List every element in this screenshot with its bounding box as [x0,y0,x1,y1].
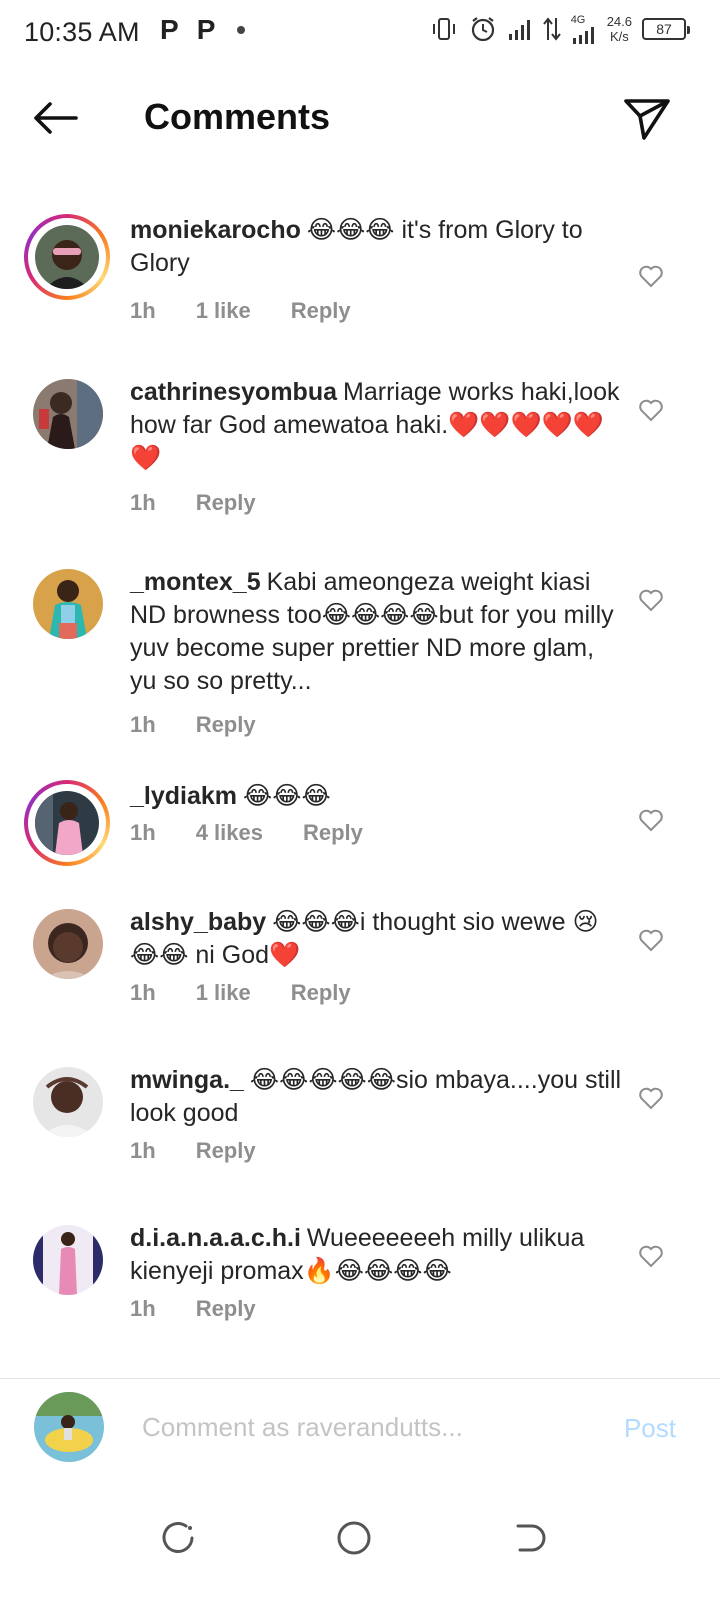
heart-icon[interactable] [638,928,664,952]
system-nav-bar [0,1490,720,1600]
back-nav-icon [516,1524,546,1552]
comment-meta: 1h Reply [130,1296,256,1322]
speed-value: 24.6 [606,14,632,29]
comment-likes[interactable]: 4 likes [196,820,263,846]
comment-time: 1h [130,1138,156,1163]
comment-text: alshy_baby 😂😂😂i thought sio wewe 😢😂😂 ni G… [130,906,624,972]
app-notification-icon: P [196,14,216,45]
username[interactable]: alshy_baby [130,908,266,936]
profile-photo-icon [33,1067,103,1137]
network-type: 4G [570,13,586,26]
page-title: Comments [144,96,331,137]
avatar[interactable] [24,214,110,300]
share-button[interactable] [622,96,672,142]
comment-likes[interactable]: 1 like [196,298,251,324]
username[interactable]: d.i.a.n.a.a.c.h.i [130,1224,301,1252]
comment-compose-bar: Post [0,1378,720,1478]
post-button[interactable]: Post [624,1413,676,1444]
username[interactable]: moniekarocho [130,216,301,244]
profile-photo-icon [33,909,103,979]
comment-meta: 1h Reply [130,1138,256,1164]
avatar[interactable] [30,1064,106,1140]
username[interactable]: cathrinesyombua [130,378,337,406]
recent-apps-button[interactable] [158,1518,198,1558]
profile-photo-icon [33,379,103,449]
comment-text: _montex_5 Kabi ameongeza weight kiasi ND … [130,566,624,698]
status-time: 10:35 AM [24,17,140,47]
heart-icon[interactable] [638,1086,664,1110]
header: Comments [0,76,720,160]
username[interactable]: _montex_5 [130,568,261,596]
comment-time: 1h [130,712,156,737]
avatar[interactable] [30,376,106,452]
reply-button[interactable]: Reply [291,980,351,1006]
comment-text: d.i.a.n.a.a.c.h.i Wueeeeeeeh milly ulikua… [130,1222,624,1288]
comment-meta: 1h 1 like Reply [130,980,351,1006]
profile-photo-icon [33,569,103,639]
comment-message: 😂😂😂 [243,782,331,810]
comment-text: moniekarocho 😂😂😂 it's from Glory to Glory [130,214,624,280]
comment-text: cathrinesyombua Marriage works haki,look … [130,376,624,475]
reply-button[interactable]: Reply [196,1138,256,1164]
comment-meta: 1h 4 likes Reply [130,820,363,846]
heart-icon[interactable] [638,1244,664,1268]
signal-4g-icon [572,26,594,44]
arrow-left-icon [34,102,78,134]
reply-button[interactable]: Reply [196,1296,256,1322]
back-button[interactable] [28,96,84,140]
comment-input[interactable] [142,1407,582,1447]
comment-time: 1h [130,490,156,515]
comment-likes[interactable]: 1 like [196,980,251,1006]
more-notifications-icon [237,26,246,34]
comment-time: 1h [130,820,156,845]
comment-time: 1h [130,980,156,1005]
comment-time: 1h [130,298,156,323]
home-circle-icon [337,1521,371,1555]
profile-photo-icon [35,791,99,855]
username[interactable]: _lydiakm [130,782,237,810]
battery-icon: 87 [642,18,690,40]
signal-icon [508,20,530,40]
comment-meta: 1h Reply [130,712,256,738]
notification-icons: P P [160,14,246,46]
recents-icon [162,1522,194,1553]
vibrate-icon [432,18,455,40]
reply-button[interactable]: Reply [196,712,256,738]
profile-photo-icon [33,1225,103,1295]
profile-photo-icon [35,225,99,289]
reply-button[interactable]: Reply [196,490,256,516]
alarm-icon [471,17,494,42]
heart-icon[interactable] [638,264,664,288]
heart-icon[interactable] [638,808,664,832]
username[interactable]: mwinga._ [130,1066,244,1094]
status-bar: 10:35 AM P P 4G 24.6 K/s 87 [0,0,720,64]
avatar[interactable] [30,906,106,982]
own-avatar [34,1392,104,1462]
speed-unit: K/s [609,29,629,44]
comment-text: _lydiakm 😂😂😂 [130,780,624,813]
app-notification-icon: P [160,14,179,45]
heart-icon[interactable] [638,588,664,612]
send-icon [624,99,670,140]
network-indicator: 4G [570,13,597,44]
reply-button[interactable]: Reply [303,820,363,846]
data-transfer-icon [542,17,561,41]
avatar[interactable] [24,780,110,866]
comment-time: 1h [130,1296,156,1321]
network-speed: 24.6 K/s [607,14,632,44]
comment-meta: 1h Reply [130,490,256,516]
avatar[interactable] [30,566,106,642]
avatar[interactable] [30,1222,106,1298]
status-right-icons: 4G 24.6 K/s 87 [429,13,690,44]
comment-meta: 1h 1 like Reply [130,298,351,324]
back-nav-button[interactable] [510,1518,550,1558]
comment-text: mwinga._ 😂😂😂😂😂sio mbaya....you still look… [130,1064,624,1130]
heart-icon[interactable] [638,398,664,422]
home-button[interactable] [334,1518,374,1558]
reply-button[interactable]: Reply [291,298,351,324]
